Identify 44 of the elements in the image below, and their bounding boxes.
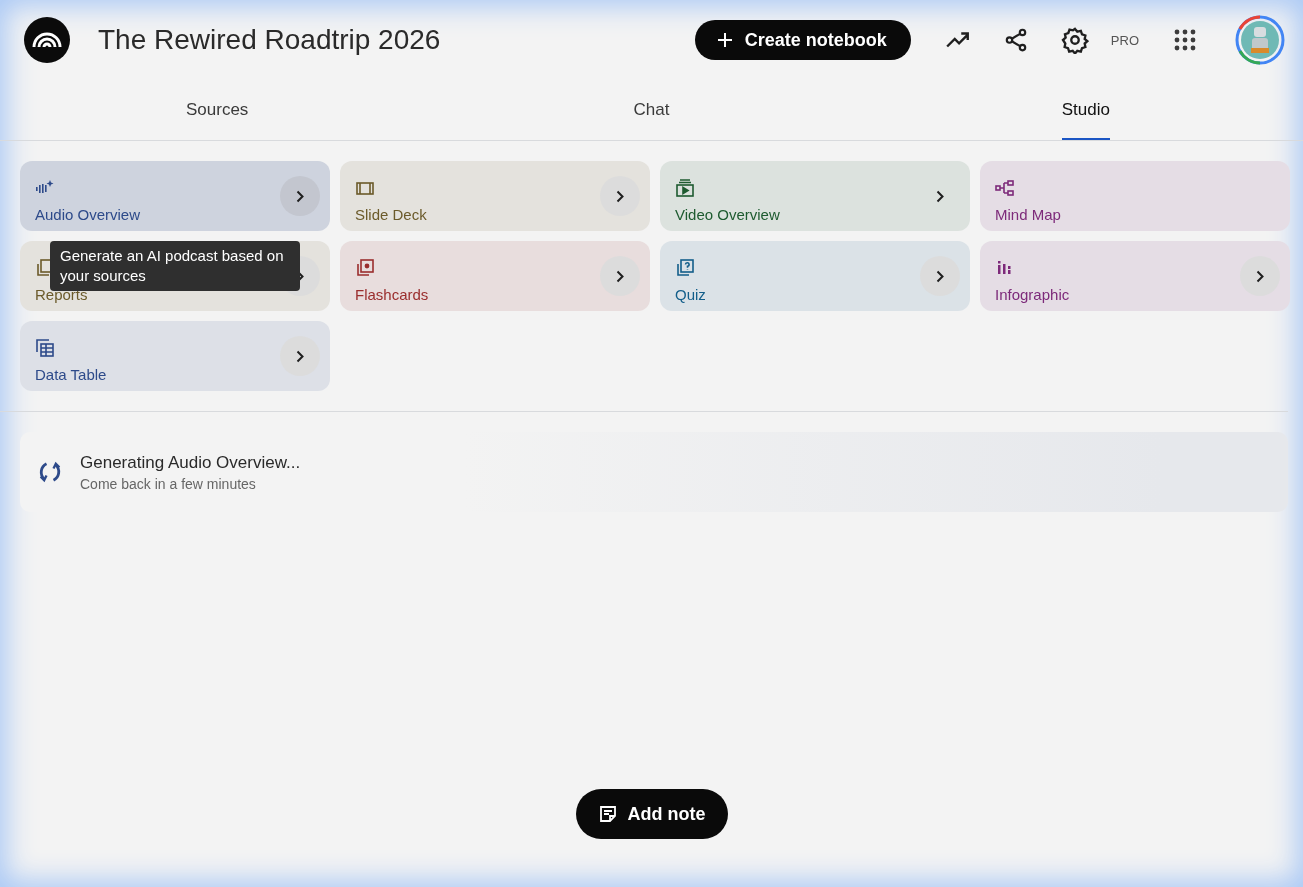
chevron-right-icon [1256, 269, 1264, 283]
studio-tile[interactable]: Mind Map [980, 161, 1290, 231]
tile-label: Audio Overview [35, 205, 141, 223]
tile-label: Quiz [675, 285, 706, 303]
tooltip: Generate an AI podcast based on your sources [50, 241, 300, 291]
tab[interactable]: Studio [1061, 80, 1110, 140]
studio-tile[interactable]: Video Overview [660, 161, 970, 231]
chevron-right-icon [936, 189, 944, 203]
tab[interactable]: Chat [633, 80, 670, 140]
studio-tile[interactable]: Slide Deck [340, 161, 650, 231]
tile-label: Slide Deck [355, 205, 427, 223]
studio-tile[interactable]: Infographic [980, 241, 1290, 311]
logo-icon[interactable] [24, 17, 70, 63]
video-icon [675, 177, 695, 198]
avatar[interactable] [1235, 15, 1285, 65]
tab[interactable]: Sources [185, 80, 249, 140]
studio-tile[interactable]: Audio Overview [20, 161, 330, 231]
quiz-icon [675, 257, 695, 278]
tile-label: Flashcards [355, 285, 429, 303]
create-notebook-button[interactable]: Create notebook [694, 20, 911, 60]
chevron-right-icon [936, 269, 944, 283]
tile-label: Mind Map [995, 205, 1061, 223]
chevron-right-icon [296, 189, 304, 203]
note-icon [597, 804, 618, 824]
apps-grid-icon[interactable] [1173, 28, 1197, 52]
chevron-right-icon [616, 269, 624, 283]
chevron-right-icon [616, 189, 624, 203]
table-icon [35, 337, 55, 358]
chevron-right-icon [296, 349, 304, 363]
tile-label: Video Overview [675, 205, 780, 223]
mind-map-icon [995, 177, 1015, 198]
studio-tile[interactable]: Flashcards [340, 241, 650, 311]
status-subtitle: Come back in a few minutes [80, 475, 257, 492]
studio-tile[interactable]: Quiz [660, 241, 970, 311]
plan-label: PRO [1110, 32, 1139, 48]
add-note-button[interactable]: Add note [575, 789, 728, 839]
flashcards-icon [355, 257, 375, 278]
notebook-title[interactable]: The Rewired Roadtrip 2026 [98, 24, 441, 56]
status-title: Generating Audio Overview... [80, 452, 301, 473]
studio-tile[interactable]: Data Table [20, 321, 330, 391]
tile-label: Data Table [35, 365, 107, 383]
plus-icon [716, 32, 733, 48]
settings-icon[interactable] [1060, 26, 1089, 54]
tile-label: Infographic [995, 285, 1070, 303]
